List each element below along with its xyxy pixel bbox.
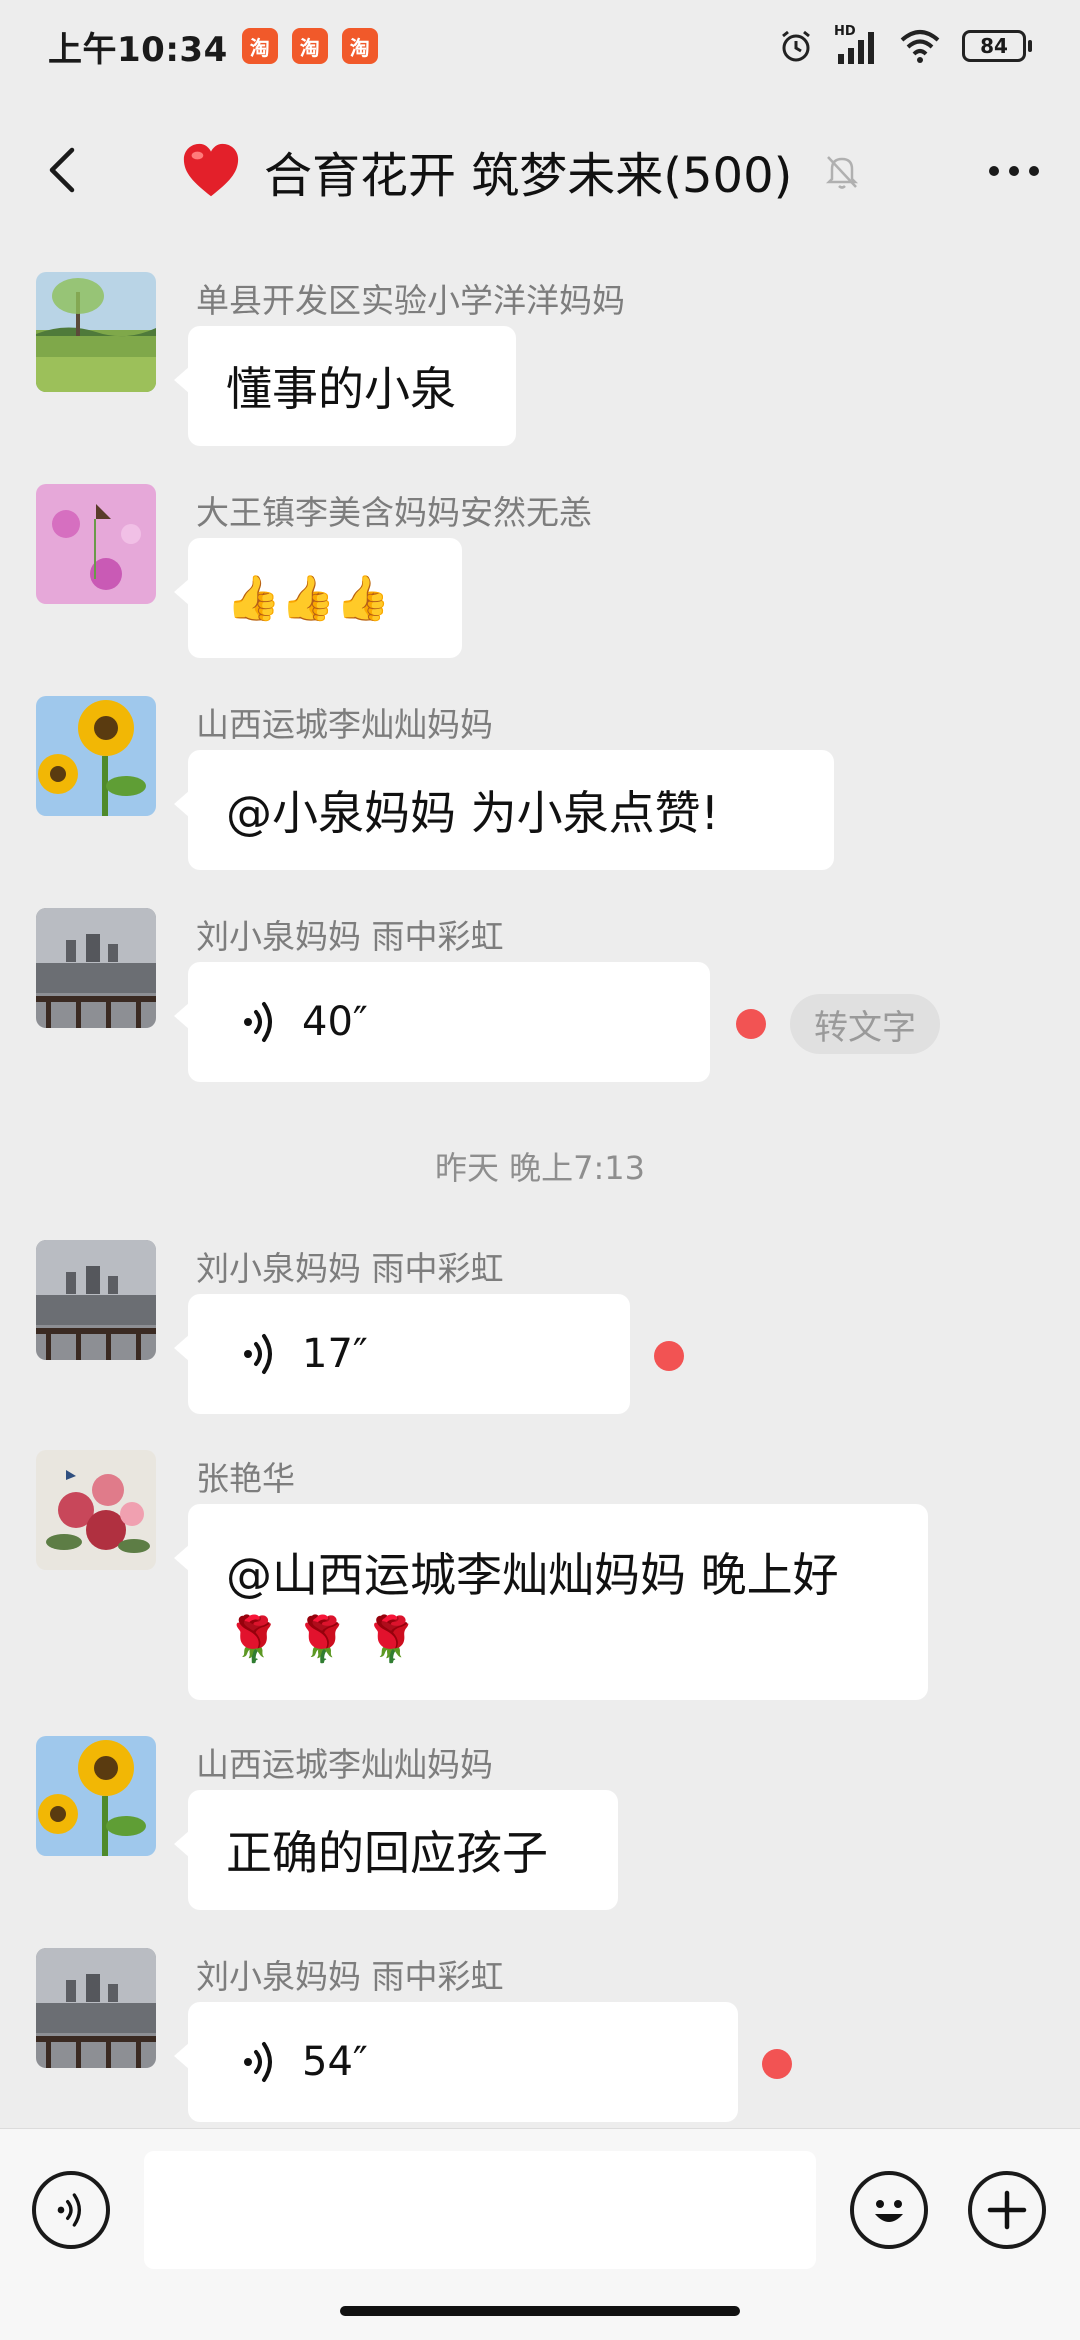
message-text-line: 🌹 🌹 🌹 (226, 1614, 419, 1665)
voice-input-button[interactable] (32, 2171, 110, 2249)
sender-name: 刘小泉妈妈 雨中彩虹 (196, 1957, 504, 1996)
avatar[interactable] (36, 1948, 156, 2068)
more-options-icon[interactable] (984, 146, 1044, 196)
chat-title: 合育花开 筑梦未来(500) (264, 148, 793, 204)
voice-message-bubble[interactable]: 40″ (174, 962, 710, 1082)
message-bubble[interactable]: @山西运城李灿灿妈妈 晚上好 🌹 🌹 🌹 (174, 1504, 928, 1700)
message-text-input[interactable] (144, 2151, 816, 2269)
sender-name: 单县开发区实验小学洋洋妈妈 (196, 281, 625, 320)
avatar[interactable] (36, 1450, 156, 1570)
message-bubble[interactable]: @小泉妈妈 为小泉点赞! (174, 750, 834, 870)
time-divider: 昨天 晚上7:13 (434, 1149, 646, 1187)
avatar[interactable] (36, 696, 156, 816)
chat-header: 合育花开 筑梦未来(500) (0, 110, 1080, 230)
signal-icon (838, 32, 874, 64)
sender-name: 刘小泉妈妈 雨中彩虹 (196, 1249, 504, 1288)
convert-to-text-button[interactable]: 转文字 (790, 994, 940, 1054)
signal-strength: HD (834, 24, 878, 64)
emoji-icon (875, 2200, 903, 2222)
battery-tip (1028, 40, 1032, 52)
voice-wave-icon (244, 2042, 272, 2082)
avatar[interactable] (36, 272, 156, 392)
unread-dot (654, 1341, 684, 1371)
battery-indicator: 84 (962, 30, 1032, 62)
message-bubble[interactable]: 正确的回应孩子 (174, 1790, 618, 1910)
voice-wave-icon (244, 1002, 272, 1042)
voice-message-bubble[interactable]: 54″ (174, 2002, 738, 2122)
voice-message-bubble[interactable]: 17″ (174, 1294, 630, 1414)
voice-wave-icon (244, 1334, 272, 1374)
avatar[interactable] (36, 1240, 156, 1360)
status-bar: 上午10:34 淘 淘 淘 HD 84 (0, 0, 1080, 92)
taobao-notification-icon: 淘 (241, 28, 278, 64)
chat-title-area: 合育花开 筑梦未来(500) (180, 136, 864, 206)
message-bubble[interactable]: 懂事的小泉 (174, 326, 516, 446)
voice-input-icon (57, 2193, 81, 2227)
sender-name: 大王镇李美含妈妈安然无恙 (196, 493, 592, 532)
message-bubble[interactable]: 👍👍👍 (174, 538, 462, 658)
unread-dot (736, 1009, 766, 1039)
voice-duration: 54″ (302, 2039, 368, 2085)
sender-name: 刘小泉妈妈 雨中彩虹 (196, 917, 504, 956)
status-time: 上午10:34 (48, 29, 228, 70)
home-indicator[interactable] (340, 2306, 740, 2316)
more-features-button[interactable] (968, 2171, 1046, 2249)
status-left: 上午10:34 淘 淘 淘 (48, 22, 378, 71)
emoji-button[interactable] (850, 2171, 928, 2249)
avatar[interactable] (36, 1736, 156, 1856)
mute-bell-icon (826, 156, 859, 189)
sender-name: 山西运城李灿灿妈妈 (196, 705, 493, 744)
battery-level: 84 (962, 30, 1026, 62)
avatar[interactable] (36, 908, 156, 1028)
heart-icon (183, 143, 239, 197)
taobao-notification-icon: 淘 (291, 28, 328, 64)
avatar[interactable] (36, 484, 156, 604)
plus-icon (987, 2190, 1027, 2230)
message-text-line: @山西运城李灿灿妈妈 晚上好 (226, 1548, 839, 1602)
alarm-icon (782, 30, 810, 62)
back-arrow-icon[interactable] (36, 140, 96, 200)
status-right: HD 84 (778, 24, 1032, 64)
taobao-notification-icon: 淘 (341, 28, 378, 64)
voice-duration: 17″ (302, 1331, 368, 1377)
wifi-icon (900, 30, 940, 63)
unread-dot (762, 2049, 792, 2079)
sender-name: 山西运城李灿灿妈妈 (196, 1745, 493, 1784)
voice-duration: 40″ (302, 999, 368, 1045)
sender-name: 张艳华 (196, 1459, 295, 1498)
